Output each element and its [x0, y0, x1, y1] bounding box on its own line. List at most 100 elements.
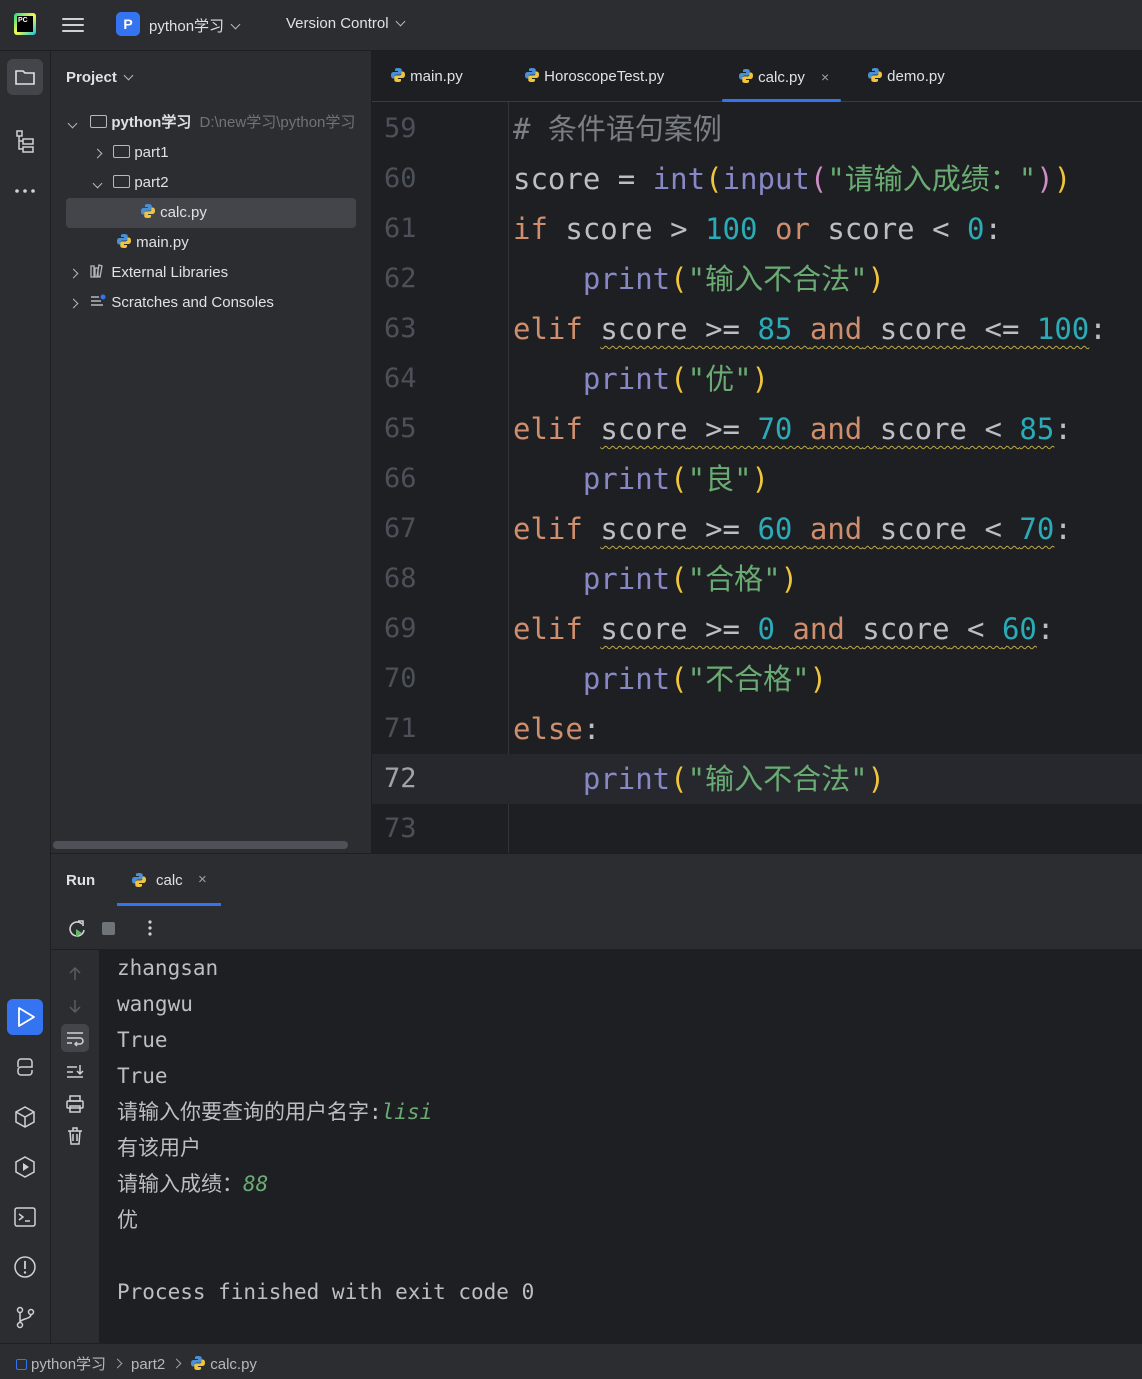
- tab-main-py[interactable]: main.py: [390, 51, 463, 101]
- project-badge[interactable]: P: [116, 12, 140, 36]
- tab-demo-py[interactable]: demo.py: [867, 51, 945, 101]
- simplify-chain-warning[interactable]: score >= 0 and score < 60: [600, 612, 1037, 646]
- simplify-chain-warning[interactable]: score >= 85 and score <= 100: [600, 312, 1089, 346]
- python-console-button[interactable]: [7, 1049, 43, 1085]
- git-button[interactable]: [7, 1299, 43, 1335]
- rerun-icon[interactable]: [65, 917, 89, 941]
- terminal-icon: [14, 1207, 36, 1227]
- project-name: python学习: [149, 18, 225, 35]
- line-number: 69: [384, 613, 417, 644]
- folder-icon: [15, 70, 35, 85]
- problems-button[interactable]: [7, 1249, 43, 1285]
- code-text: print("输入不合法"): [582, 262, 886, 296]
- collapse-arrow-icon[interactable]: [68, 268, 79, 279]
- line-number: 73: [384, 813, 417, 844]
- more-tools-button[interactable]: [7, 173, 43, 209]
- main-menu-icon[interactable]: [62, 14, 84, 36]
- arrow-up-icon[interactable]: [63, 962, 87, 986]
- python-file-icon: [191, 1356, 206, 1371]
- code-line: 68 print("合格"): [372, 554, 1142, 604]
- code-line: 60 score = int(input("请输入成绩：")): [372, 154, 1142, 204]
- simplify-chain-warning[interactable]: score >= 70 and score < 85: [600, 412, 1054, 446]
- folder-icon: [113, 174, 131, 188]
- vcs-menu[interactable]: Version Control: [286, 15, 406, 32]
- tree-root[interactable]: python学习 D:\new学习\python学习: [67, 108, 356, 138]
- run-tool-button[interactable]: [7, 999, 43, 1035]
- services-button[interactable]: [7, 1149, 43, 1185]
- python-file-icon: [132, 873, 146, 887]
- line-number: 71: [384, 713, 417, 744]
- structure-tool-button[interactable]: [7, 123, 43, 159]
- line-number: 64: [384, 363, 417, 394]
- python-file-icon: [141, 204, 155, 219]
- code-line: 66 print("良"): [372, 454, 1142, 504]
- run-console-sidebar: [51, 950, 99, 1343]
- breadcrumb-item[interactable]: calc.py: [210, 1356, 257, 1373]
- arrow-down-icon[interactable]: [63, 994, 87, 1018]
- tree-item-calc-py[interactable]: calc.py: [66, 198, 356, 228]
- line-number: 63: [384, 313, 417, 344]
- status-bar: python学习 part2 calc.py: [0, 1343, 1142, 1379]
- tab-horoscopetest-py[interactable]: HoroscopeTest.py: [524, 51, 664, 101]
- line-number: 65: [384, 413, 417, 444]
- tree-root-path: D:\new学习\python学习: [199, 114, 356, 131]
- stop-icon[interactable]: [102, 922, 115, 935]
- run-tab-calc[interactable]: calc ×: [117, 854, 221, 906]
- project-tool-button[interactable]: [7, 59, 43, 95]
- problems-icon: [14, 1256, 36, 1278]
- tab-calc-py[interactable]: calc.py ×: [722, 51, 842, 102]
- console-line: True: [117, 1064, 168, 1088]
- breadcrumb-item[interactable]: part2: [131, 1356, 165, 1373]
- line-number: 72: [384, 763, 417, 794]
- packages-icon: [15, 1106, 35, 1128]
- tab-label: calc.py: [758, 69, 805, 86]
- breadcrumb: python学习 part2 calc.py: [16, 1353, 257, 1374]
- project-switcher[interactable]: python学习: [149, 15, 241, 36]
- console-line: 优: [117, 1208, 138, 1232]
- code-line: 69 elif score >= 0 and score < 60:: [372, 604, 1142, 654]
- tree-item-external-libraries[interactable]: External Libraries: [68, 258, 228, 288]
- code-text: print("合格"): [582, 562, 799, 596]
- print-icon[interactable]: [63, 1092, 87, 1116]
- run-panel: Run calc × zhangsan wangwu True True 请输入…: [51, 854, 1142, 1343]
- tree-item-scratches[interactable]: Scratches and Consoles: [68, 288, 274, 318]
- breadcrumb-item[interactable]: python学习: [31, 1356, 106, 1373]
- expand-arrow-icon[interactable]: [67, 118, 78, 129]
- line-number: 68: [384, 563, 417, 594]
- line-number: 62: [384, 263, 417, 294]
- tree-item-main-py[interactable]: main.py: [116, 228, 189, 258]
- line-number: 59: [384, 113, 417, 144]
- chevron-right-icon: [112, 1358, 123, 1369]
- close-tab-icon[interactable]: ×: [821, 69, 829, 85]
- python-packages-button[interactable]: [7, 1099, 43, 1135]
- trash-icon[interactable]: [63, 1124, 87, 1148]
- code-text: else:: [513, 712, 601, 746]
- chevron-down-icon: [230, 19, 241, 30]
- tree-item-part2[interactable]: part2: [92, 168, 169, 198]
- chevron-right-icon: [171, 1358, 182, 1369]
- project-panel-title[interactable]: Project: [66, 69, 134, 86]
- horizontal-scrollbar[interactable]: [53, 841, 348, 849]
- code-text: print("不合格"): [582, 662, 828, 696]
- collapse-arrow-icon[interactable]: [68, 298, 79, 309]
- line-number: 70: [384, 663, 417, 694]
- line-number: 67: [384, 513, 417, 544]
- soft-wrap-button[interactable]: [61, 1024, 89, 1052]
- chevron-down-icon: [123, 70, 134, 81]
- code-text: score = int(input("请输入成绩：")): [513, 162, 1072, 196]
- line-number: 66: [384, 463, 417, 494]
- code-line: 59 # 条件语句案例: [372, 104, 1142, 154]
- tree-item-label: Scratches and Consoles: [111, 294, 274, 311]
- simplify-chain-warning[interactable]: score >= 60 and score < 70: [600, 512, 1054, 546]
- run-toolbar: [51, 906, 1142, 950]
- more-options-icon[interactable]: [145, 918, 155, 938]
- expand-arrow-icon[interactable]: [92, 178, 103, 189]
- close-tab-icon[interactable]: ×: [198, 871, 207, 888]
- code-line: 73: [372, 804, 1142, 853]
- terminal-button[interactable]: [7, 1199, 43, 1235]
- collapse-arrow-icon[interactable]: [92, 148, 103, 159]
- code-text: elif score >= 85 and score <= 100:: [513, 312, 1107, 346]
- scroll-to-end-icon[interactable]: [63, 1060, 87, 1084]
- code-text: print("优"): [582, 362, 770, 396]
- tree-item-part1[interactable]: part1: [92, 138, 169, 168]
